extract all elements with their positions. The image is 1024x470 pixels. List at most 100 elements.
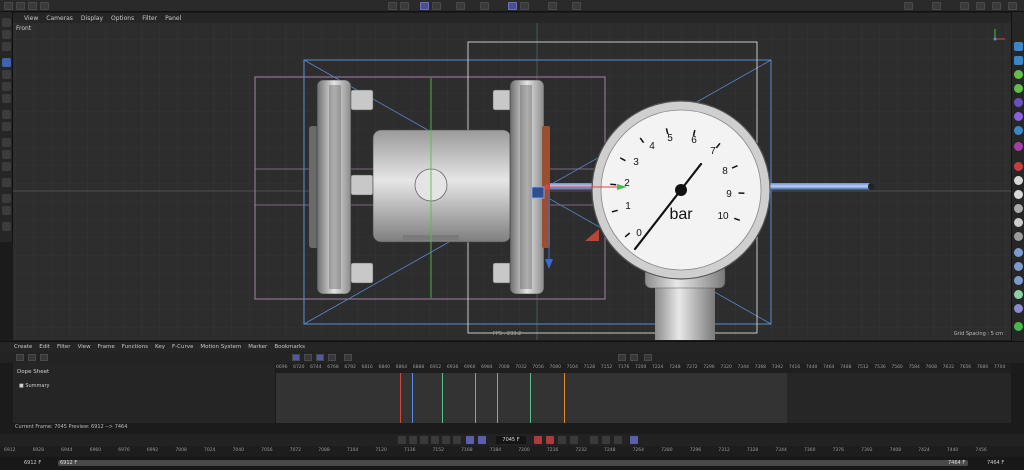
- grid-icon[interactable]: [508, 2, 517, 10]
- keyframe-marker[interactable]: [497, 373, 498, 423]
- autokey-icon[interactable]: [546, 436, 554, 444]
- bottom-timeline-ruler[interactable]: 6912 6928 6944 6960 6976 6992 7008 7024 7040 7056…: [0, 446, 1024, 456]
- preview-start-frame[interactable]: 6912 F: [60, 460, 77, 466]
- eyedropper-icon[interactable]: [2, 206, 11, 215]
- keyframe-marker[interactable]: [564, 373, 565, 423]
- search-icon[interactable]: [932, 2, 941, 10]
- camera-object-icon[interactable]: [1014, 162, 1023, 171]
- scene-start-frame[interactable]: 6912 F: [24, 460, 41, 466]
- next-frame-icon[interactable]: [442, 436, 450, 444]
- lasso-icon[interactable]: [2, 42, 11, 51]
- timeline-menu-bookmarks[interactable]: Bookmarks: [274, 344, 305, 350]
- shading-icon[interactable]: [400, 2, 409, 10]
- viewport-front[interactable]: 0 1 2 3 4 5 6 7 8 9 10 bar Front FPS : 2…: [13, 23, 1011, 340]
- linear-interp-icon[interactable]: [618, 354, 626, 361]
- position-key-icon[interactable]: [590, 436, 598, 444]
- next-key-icon[interactable]: [453, 436, 461, 444]
- pen-icon[interactable]: [2, 178, 11, 187]
- keyframe-marker[interactable]: [475, 373, 476, 423]
- range-bar[interactable]: [58, 460, 968, 466]
- timeline-mode-icon[interactable]: [28, 354, 36, 361]
- live-select-icon[interactable]: [2, 30, 11, 39]
- motion-mode-icon[interactable]: [316, 354, 324, 361]
- redo-icon[interactable]: [16, 2, 25, 10]
- paint-icon[interactable]: [2, 138, 11, 147]
- maximize-viewport-icon[interactable]: [1008, 2, 1017, 10]
- timeline-menu-create[interactable]: Create: [14, 344, 32, 350]
- field-icon[interactable]: [1014, 126, 1023, 135]
- keyframe-marker[interactable]: [442, 373, 443, 423]
- generator-icon[interactable]: [1014, 70, 1023, 79]
- timeline-menu-frame[interactable]: Frame: [98, 344, 115, 350]
- render-settings-icon[interactable]: [40, 2, 49, 10]
- scale-icon[interactable]: [2, 82, 11, 91]
- sculpt-icon[interactable]: [2, 194, 11, 203]
- rotate-viewport-icon[interactable]: [992, 2, 1001, 10]
- rotation-key-icon[interactable]: [602, 436, 610, 444]
- keyframe-marker[interactable]: [400, 373, 401, 423]
- subdivision-icon[interactable]: [1014, 84, 1023, 93]
- scene-end-frame[interactable]: 7464 F: [987, 460, 1004, 466]
- spline-interp-icon[interactable]: [644, 354, 652, 361]
- brush-icon[interactable]: [2, 150, 11, 159]
- tag-icon[interactable]: [1014, 248, 1023, 257]
- step-interp-icon[interactable]: [630, 354, 638, 361]
- timeline-layout-icon[interactable]: [16, 354, 24, 361]
- loop-icon[interactable]: [466, 436, 474, 444]
- keyframe-marker[interactable]: [530, 373, 531, 423]
- scale-key-icon[interactable]: [614, 436, 622, 444]
- select-icon[interactable]: [2, 18, 11, 27]
- current-frame-field[interactable]: 7045 F: [496, 436, 526, 444]
- transform-icon[interactable]: [2, 94, 11, 103]
- gouraud-shading-icon[interactable]: [420, 2, 429, 10]
- menu-view[interactable]: View: [24, 15, 38, 22]
- timeline-tracks[interactable]: [276, 373, 1011, 423]
- workplane-icon[interactable]: [548, 2, 557, 10]
- mograph-icon[interactable]: [1014, 98, 1023, 107]
- rotate-icon[interactable]: [2, 70, 11, 79]
- camera-icon[interactable]: [572, 2, 581, 10]
- keyframe-selection-icon[interactable]: [558, 436, 566, 444]
- timeline-mode2-icon[interactable]: [40, 354, 48, 361]
- dynamics-icon[interactable]: [1014, 276, 1023, 285]
- solo-icon[interactable]: [520, 2, 529, 10]
- undo-icon[interactable]: [4, 2, 13, 10]
- zoom-viewport-icon[interactable]: [976, 2, 985, 10]
- previous-frame-icon[interactable]: [420, 436, 428, 444]
- hair-icon[interactable]: [1014, 290, 1023, 299]
- menu-cameras[interactable]: Cameras: [46, 15, 73, 22]
- frame-range-scrubber[interactable]: 6912 F 6912 F 7464 F 7464 F: [0, 457, 1024, 470]
- material-icon[interactable]: [1014, 232, 1023, 241]
- text-spline-icon[interactable]: [1014, 56, 1023, 65]
- sky-icon[interactable]: [1014, 204, 1023, 213]
- layout-icon[interactable]: [904, 2, 913, 10]
- axis-icon[interactable]: [2, 110, 11, 119]
- play-icon[interactable]: [431, 436, 439, 444]
- keyframe-toggle-icon[interactable]: [570, 436, 578, 444]
- record-icon[interactable]: [534, 436, 542, 444]
- fcurve-mode-icon[interactable]: [304, 354, 312, 361]
- move-viewport-icon[interactable]: [960, 2, 969, 10]
- lines-icon[interactable]: [456, 2, 465, 10]
- snap-keys-icon[interactable]: [344, 354, 352, 361]
- display-mode-icon[interactable]: [388, 2, 397, 10]
- scene-icon[interactable]: [1014, 304, 1023, 313]
- light-icon[interactable]: [1014, 176, 1023, 185]
- param-key-icon[interactable]: [630, 436, 638, 444]
- knife-icon[interactable]: [2, 162, 11, 171]
- menu-options[interactable]: Options: [111, 15, 134, 22]
- deformer-icon[interactable]: [1014, 112, 1023, 121]
- menu-filter[interactable]: Filter: [142, 15, 157, 22]
- timeline-menu-edit[interactable]: Edit: [39, 344, 50, 350]
- lock-icon[interactable]: [2, 222, 11, 231]
- menu-panel[interactable]: Panel: [165, 15, 181, 22]
- snap-icon[interactable]: [480, 2, 489, 10]
- previous-key-icon[interactable]: [409, 436, 417, 444]
- timeline-menu-functions[interactable]: Functions: [122, 344, 148, 350]
- go-to-start-icon[interactable]: [398, 436, 406, 444]
- xpresso-icon[interactable]: [1014, 262, 1023, 271]
- menu-display[interactable]: Display: [81, 15, 103, 22]
- keyframe-marker[interactable]: [412, 373, 413, 423]
- environment-icon[interactable]: [1014, 218, 1023, 227]
- key-mode-icon[interactable]: [292, 354, 300, 361]
